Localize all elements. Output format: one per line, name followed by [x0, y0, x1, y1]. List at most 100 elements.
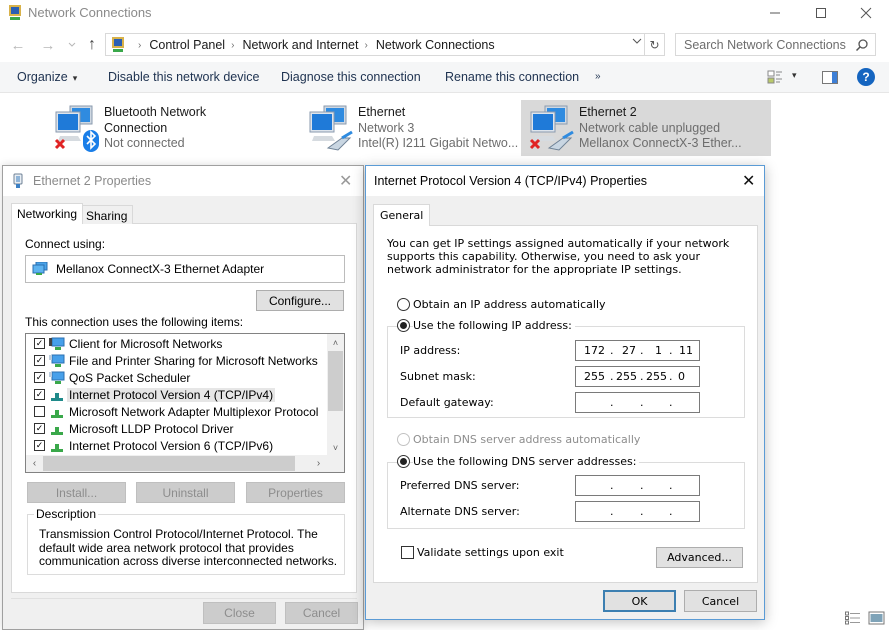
breadcrumb-separator[interactable]: › — [231, 40, 234, 51]
validate-settings-checkbox[interactable] — [401, 546, 414, 559]
configure-button[interactable]: Configure... — [256, 290, 344, 311]
ok-button[interactable]: OK — [603, 590, 676, 612]
scroll-up-arrow[interactable]: ˄ — [327, 334, 344, 351]
list-item-selected[interactable]: ✓ Internet Protocol Version 4 (TCP/IPv4) — [26, 386, 326, 403]
search-box[interactable] — [675, 33, 876, 56]
scroll-left-arrow[interactable]: ‹ — [26, 455, 43, 472]
refresh-button[interactable]: ↻ — [644, 34, 664, 55]
recent-locations-button[interactable] — [62, 35, 82, 55]
advanced-button[interactable]: Advanced... — [656, 547, 743, 568]
view-options-dropdown[interactable]: ▾ — [792, 70, 797, 81]
connection-ethernet[interactable]: Ethernet Network 3 Intel(R) I211 Gigabit… — [300, 100, 518, 156]
breadcrumb-separator[interactable]: › — [138, 40, 141, 51]
connection-bluetooth[interactable]: Bluetooth Network Connection Not connect… — [46, 100, 246, 156]
breadcrumb-control-panel[interactable]: Control Panel — [149, 38, 225, 52]
adapter-field: Mellanox ConnectX-3 Ethernet Adapter — [25, 255, 345, 283]
obtain-dns-auto-label[interactable]: Obtain DNS server address automatically — [413, 433, 640, 446]
caret-down-icon: ▾ — [72, 73, 78, 83]
help-button[interactable]: ? — [857, 68, 875, 86]
close-icon[interactable]: ✕ — [339, 171, 352, 191]
list-item[interactable]: ✓ QoS Packet Scheduler — [26, 369, 326, 386]
item-checkbox[interactable]: ✓ — [34, 423, 45, 434]
obtain-dns-auto-radio[interactable] — [397, 433, 410, 446]
connection-items-list[interactable]: ✓ Client for Microsoft Networks ✓ File a… — [25, 333, 345, 473]
scroll-thumb[interactable] — [43, 456, 295, 471]
breadcrumb-separator[interactable]: › — [364, 40, 367, 51]
validate-settings-label[interactable]: Validate settings upon exit — [417, 546, 564, 559]
forward-button[interactable]: → — [38, 35, 58, 55]
search-input[interactable] — [676, 34, 851, 55]
error-x-icon — [54, 138, 66, 150]
octet: 172 — [584, 344, 605, 357]
tab-networking[interactable]: Networking — [11, 203, 84, 224]
properties-button[interactable]: Properties — [246, 482, 345, 503]
use-following-dns-radio[interactable] — [397, 455, 410, 468]
preferred-dns-field[interactable]: . . . — [575, 475, 700, 496]
up-button[interactable]: ↑ — [82, 35, 102, 55]
network-connections-icon — [9, 5, 21, 20]
close-button[interactable] — [843, 0, 889, 26]
item-checkbox[interactable]: ✓ — [34, 338, 45, 349]
vertical-scrollbar[interactable]: ˄ ˅ — [327, 334, 344, 456]
default-gateway-field[interactable]: . . . — [575, 392, 700, 413]
protocol-icon — [51, 443, 63, 452]
ip-address-field[interactable]: 172 . 27 . 1 . 11 — [575, 340, 700, 361]
window-title: Network Connections — [28, 5, 152, 20]
subnet-mask-field[interactable]: 255 . 255 . 255 . 0 — [575, 366, 700, 387]
breadcrumb-network-and-internet[interactable]: Network and Internet — [242, 38, 358, 52]
obtain-ip-auto-radio[interactable] — [397, 298, 410, 311]
alternate-dns-label: Alternate DNS server: — [400, 505, 520, 518]
close-icon[interactable]: ✕ — [742, 171, 755, 191]
maximize-button[interactable] — [798, 0, 844, 26]
use-following-ip-radio[interactable] — [397, 319, 410, 332]
uninstall-button[interactable]: Uninstall — [136, 482, 235, 503]
list-item[interactable]: ✓ Client for Microsoft Networks — [26, 335, 326, 352]
rename-connection-button[interactable]: Rename this connection — [445, 70, 579, 84]
protocol-icon — [51, 409, 63, 418]
command-bar: Organize ▾ Disable this network device Di… — [0, 62, 889, 93]
item-checkbox[interactable]: ✓ — [34, 389, 45, 400]
tab-general[interactable]: General — [373, 204, 431, 226]
diagnose-connection-button[interactable]: Diagnose this connection — [281, 70, 421, 84]
scroll-down-arrow[interactable]: ˅ — [327, 439, 344, 456]
octet: 0 — [678, 370, 685, 383]
tab-sharing[interactable]: Sharing — [80, 205, 134, 224]
cancel-button[interactable]: Cancel — [684, 590, 757, 612]
organize-menu[interactable]: Organize ▾ — [17, 70, 77, 84]
item-checkbox[interactable]: ✓ — [34, 355, 45, 366]
install-button[interactable]: Install... — [27, 482, 126, 503]
close-dialog-button[interactable]: Close — [203, 602, 276, 624]
list-item[interactable]: ✓ Internet Protocol Version 6 (TCP/IPv6) — [26, 437, 326, 454]
scroll-thumb[interactable] — [328, 351, 343, 411]
preview-pane-icon[interactable] — [822, 71, 838, 84]
change-view-icon[interactable] — [767, 70, 783, 84]
cancel-button[interactable]: Cancel — [285, 602, 358, 624]
disable-device-button[interactable]: Disable this network device — [108, 70, 259, 84]
breadcrumb-network-connections[interactable]: Network Connections — [376, 38, 495, 52]
use-following-dns-label[interactable]: Use the following DNS server addresses: — [413, 455, 640, 468]
back-button[interactable]: ← — [8, 35, 28, 55]
subnet-mask-label: Subnet mask: — [400, 370, 476, 383]
item-checkbox[interactable]: ✓ — [34, 372, 45, 383]
item-checkbox[interactable]: ✓ — [34, 440, 45, 451]
address-bar[interactable]: › Control Panel › Network and Internet ›… — [105, 33, 665, 56]
octet-dot: . — [640, 479, 644, 492]
list-item[interactable]: ✓ Microsoft LLDP Protocol Driver — [26, 420, 326, 437]
list-item[interactable]: ✓ File and Printer Sharing for Microsoft… — [26, 352, 326, 369]
large-icons-view-icon — [868, 611, 885, 625]
scroll-right-arrow[interactable]: › — [310, 455, 327, 472]
octet: 255 — [616, 370, 637, 383]
item-checkbox[interactable] — [34, 406, 45, 417]
obtain-ip-auto-label[interactable]: Obtain an IP address automatically — [413, 298, 606, 311]
title-bar: Network Connections — [0, 0, 889, 26]
minimize-button[interactable] — [752, 0, 798, 26]
list-item[interactable]: Microsoft Network Adapter Multiplexor Pr… — [26, 403, 326, 420]
octet: 11 — [679, 344, 693, 357]
use-following-ip-label[interactable]: Use the following IP address: — [413, 319, 575, 332]
minimize-icon — [770, 12, 780, 14]
connection-ethernet-2[interactable]: Ethernet 2 Network cable unplugged Mella… — [521, 100, 771, 156]
address-dropdown-button[interactable] — [632, 37, 642, 48]
more-commands-button[interactable]: » — [595, 71, 601, 82]
horizontal-scrollbar[interactable]: ‹ › — [26, 455, 344, 472]
alternate-dns-field[interactable]: . . . — [575, 501, 700, 522]
